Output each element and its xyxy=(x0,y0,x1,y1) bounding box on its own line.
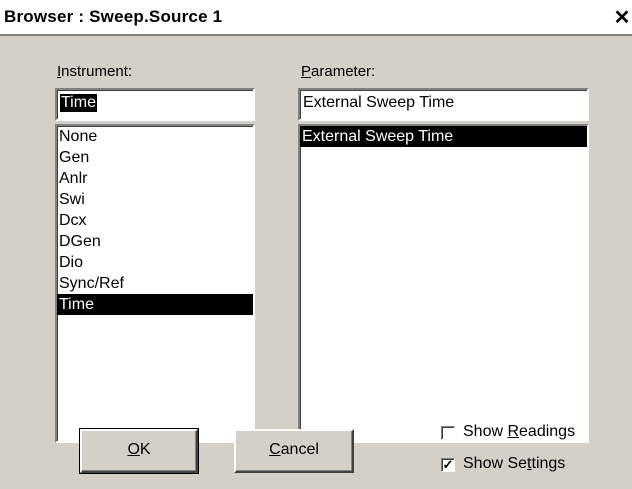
instrument-list-item[interactable]: None xyxy=(57,126,253,147)
instrument-input[interactable]: Time xyxy=(55,88,255,121)
instrument-list[interactable]: None Gen Anlr Swi Dcx DGen Dio Sync/Ref Time xyxy=(55,124,255,443)
instrument-list-item[interactable]: Gen xyxy=(57,147,253,168)
parameter-input-value: External Sweep Time xyxy=(303,94,455,111)
title-bar[interactable]: Browser : Sweep.Source 1 ✕ xyxy=(0,0,632,36)
window-title: Browser : Sweep.Source 1 xyxy=(4,7,223,26)
show-settings-checkbox[interactable]: ✓ xyxy=(441,458,455,472)
instrument-list-item[interactable]: DGen xyxy=(57,231,253,252)
instrument-list-item[interactable]: Dcx xyxy=(57,210,253,231)
instrument-list-item[interactable]: Swi xyxy=(57,189,253,210)
cancel-button[interactable]: Cancel xyxy=(234,429,354,473)
show-settings-option[interactable]: ✓ Show Settings xyxy=(441,455,621,477)
parameter-list-item[interactable]: External Sweep Time xyxy=(300,126,587,147)
instrument-list-item[interactable]: Anlr xyxy=(57,168,253,189)
instrument-label: Instrument: xyxy=(57,63,133,80)
parameter-label: Parameter: xyxy=(301,63,376,80)
show-readings-option[interactable]: Show Readings xyxy=(441,423,621,445)
show-readings-checkbox[interactable] xyxy=(441,426,455,440)
instrument-list-item[interactable]: Dio xyxy=(57,252,253,273)
instrument-list-item[interactable]: Time xyxy=(57,294,253,315)
browser-dialog: Instrument: Time None Gen Anlr Swi Dcx DGen Di… xyxy=(0,36,632,489)
show-settings-label: Show Settings xyxy=(463,455,566,472)
show-readings-label: Show Readings xyxy=(463,423,576,440)
parameter-input[interactable]: External Sweep Time xyxy=(298,88,589,121)
close-icon[interactable]: ✕ xyxy=(612,7,632,29)
parameter-list[interactable]: External Sweep Time xyxy=(298,124,589,443)
instrument-list-item[interactable]: Sync/Ref xyxy=(57,273,253,294)
ok-button[interactable]: OK xyxy=(79,428,199,474)
instrument-input-value: Time xyxy=(60,94,97,112)
